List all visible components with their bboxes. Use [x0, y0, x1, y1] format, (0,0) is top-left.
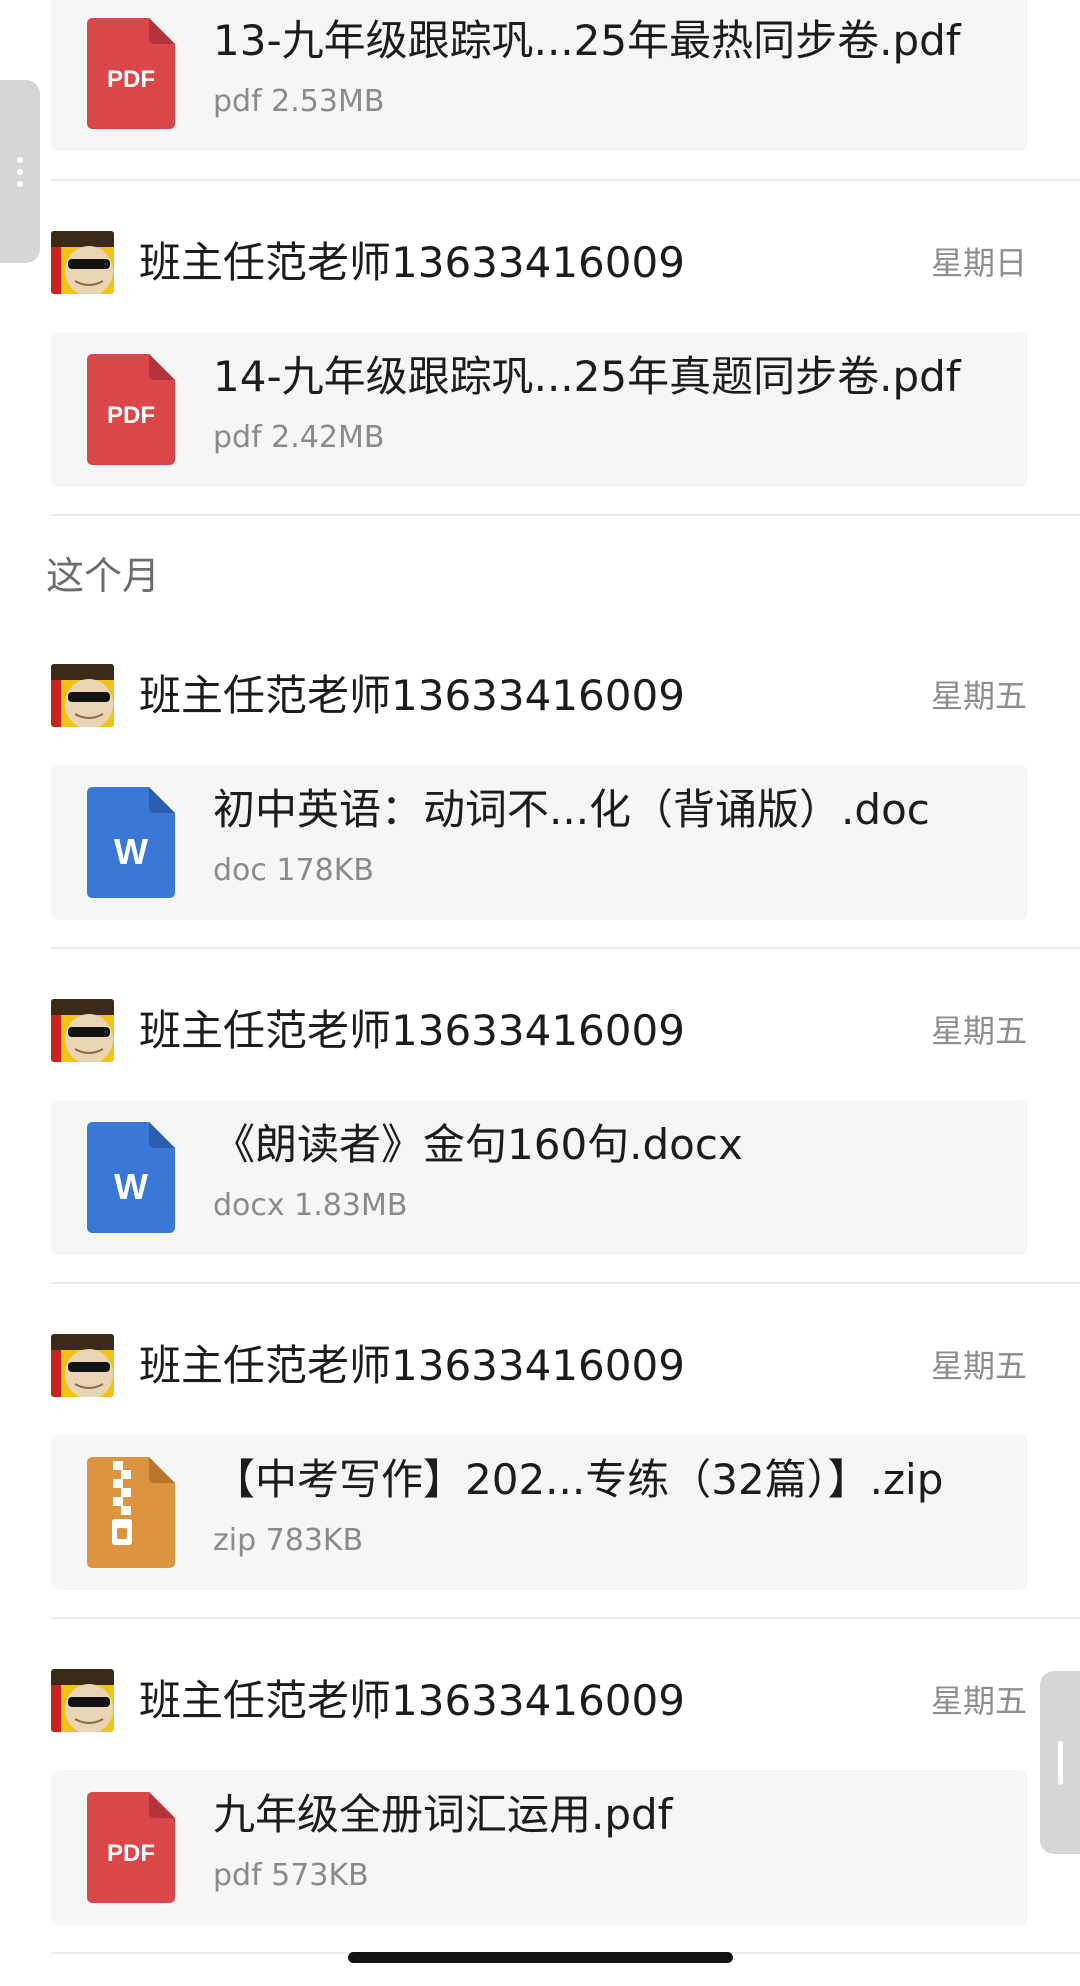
message-date: 星期五: [930, 1012, 1027, 1050]
avatar[interactable]: [51, 664, 114, 727]
divider: [51, 947, 1080, 949]
file-card[interactable]: W 初中英语：动词不...化（背诵版）.doc doc 178KB: [51, 765, 1028, 920]
divider: [51, 1617, 1080, 1619]
message-date: 星期日: [930, 244, 1027, 282]
divider: [51, 179, 1080, 181]
file-list-screen: PDF 13-九年级跟踪巩...25年最热同步卷.pdf pdf 2.53MB …: [0, 0, 1080, 1986]
file-icon-label: W: [114, 831, 148, 872]
file-meta: docx 1.83MB: [213, 1188, 408, 1223]
file-icon-label: W: [114, 1166, 148, 1207]
file-card[interactable]: PDF 九年级全册词汇运用.pdf pdf 573KB: [51, 1770, 1028, 1925]
sender-name: 班主任范老师13633416009: [139, 1676, 685, 1725]
file-icon-label: PDF: [107, 66, 155, 93]
file-meta: doc 178KB: [213, 853, 374, 888]
avatar[interactable]: [51, 999, 114, 1062]
sender-row[interactable]: 班主任范老师13633416009 星期五: [0, 1331, 1080, 1401]
sender-row[interactable]: 班主任范老师13633416009 星期五: [0, 1666, 1080, 1736]
avatar[interactable]: [51, 1669, 114, 1732]
message-date: 星期五: [930, 1347, 1027, 1385]
file-card[interactable]: 【中考写作】202...专练（32篇）】.zip zip 783KB: [51, 1435, 1028, 1590]
floating-menu-handle[interactable]: [0, 80, 40, 263]
dot-icon: [17, 181, 23, 187]
file-icon-label: PDF: [107, 1840, 155, 1867]
sender-name: 班主任范老师13633416009: [139, 238, 685, 287]
home-indicator[interactable]: [348, 1952, 733, 1963]
file-card[interactable]: PDF 13-九年级跟踪巩...25年最热同步卷.pdf pdf 2.53MB: [51, 0, 1028, 151]
file-name: 14-九年级跟踪巩...25年真题同步卷.pdf: [213, 352, 961, 401]
file-meta: pdf 573KB: [213, 1858, 369, 1893]
word-file-icon: W: [87, 787, 175, 898]
pdf-file-icon: PDF: [87, 18, 175, 129]
avatar[interactable]: [51, 231, 114, 294]
file-meta: zip 783KB: [213, 1523, 364, 1558]
sender-row[interactable]: 班主任范老师13633416009 星期五: [0, 996, 1080, 1066]
avatar[interactable]: [51, 1334, 114, 1397]
sender-row[interactable]: 班主任范老师13633416009 星期五: [0, 661, 1080, 731]
sender-name: 班主任范老师13633416009: [139, 1341, 685, 1390]
sender-name: 班主任范老师13633416009: [139, 671, 685, 720]
dot-icon: [17, 169, 23, 175]
divider: [51, 1282, 1080, 1284]
handle-bar-icon: [1058, 1741, 1063, 1785]
pdf-file-icon: PDF: [87, 1792, 175, 1903]
message-date: 星期五: [930, 677, 1027, 715]
file-meta: pdf 2.42MB: [213, 420, 385, 455]
pdf-file-icon: PDF: [87, 354, 175, 465]
file-card[interactable]: PDF 14-九年级跟踪巩...25年真题同步卷.pdf pdf 2.42MB: [51, 332, 1028, 487]
sender-name: 班主任范老师13633416009: [139, 1006, 685, 1055]
file-name: 13-九年级跟踪巩...25年最热同步卷.pdf: [213, 16, 961, 65]
dot-icon: [17, 157, 23, 163]
word-file-icon: W: [87, 1122, 175, 1233]
sender-row[interactable]: 班主任范老师13633416009 星期日: [0, 228, 1080, 298]
file-name: 九年级全册词汇运用.pdf: [213, 1790, 673, 1839]
message-date: 星期五: [930, 1682, 1027, 1720]
file-icon-label: PDF: [107, 402, 155, 429]
side-panel-handle[interactable]: [1040, 1671, 1080, 1854]
file-card[interactable]: W 《朗读者》金句160句.docx docx 1.83MB: [51, 1100, 1028, 1255]
file-name: 初中英语：动词不...化（背诵版）.doc: [213, 785, 930, 834]
file-name: 《朗读者》金句160句.docx: [213, 1120, 743, 1169]
section-header: 这个月: [46, 554, 161, 598]
file-meta: pdf 2.53MB: [213, 84, 385, 119]
file-name: 【中考写作】202...专练（32篇）】.zip: [213, 1455, 944, 1504]
zip-file-icon: [87, 1457, 175, 1568]
divider: [51, 514, 1080, 516]
